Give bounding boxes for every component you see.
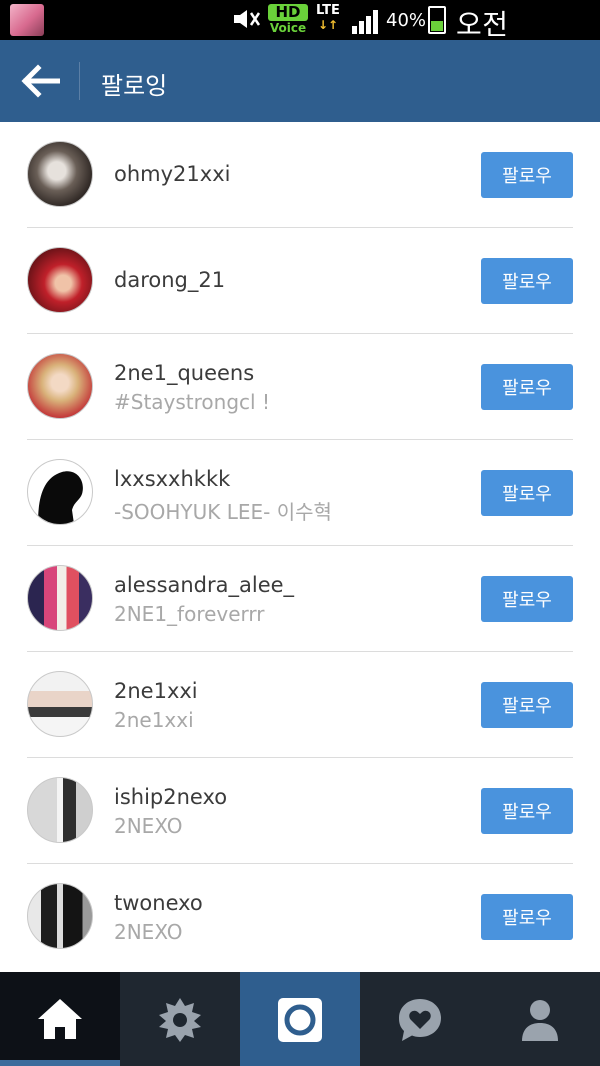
avatar[interactable] [27, 883, 93, 949]
username[interactable]: twonexo [114, 891, 203, 915]
full-name: -SOOHYUK LEE- 이수혁 [114, 500, 332, 524]
avatar[interactable] [27, 459, 93, 525]
avatar[interactable] [27, 141, 93, 207]
list-item[interactable]: lxxsxxhkkk -SOOHYUK LEE- 이수혁 팔로우 [0, 440, 600, 546]
username[interactable]: ohmy21xxi [114, 162, 230, 186]
full-name: 2NEXO [114, 814, 183, 838]
activity-icon [399, 999, 441, 1041]
explore-icon [159, 998, 201, 1042]
battery-percent: 40% [386, 10, 427, 31]
full-name: 2NE1_foreverrr [114, 602, 265, 626]
avatar[interactable] [27, 353, 93, 419]
username[interactable]: alessandra_alee_ [114, 573, 294, 597]
notification-thumbnail [10, 4, 44, 36]
active-tab-indicator [0, 1060, 120, 1066]
list-item[interactable]: ohmy21xxi 팔로우 [0, 122, 600, 228]
follow-button[interactable]: 팔로우 [481, 576, 573, 622]
follow-button[interactable]: 팔로우 [481, 152, 573, 198]
hd-label: HD [268, 4, 308, 21]
voice-label: Voice [269, 21, 307, 35]
tab-explore[interactable] [120, 972, 240, 1066]
list-item[interactable]: iship2nexo 2NEXO 팔로우 [0, 758, 600, 864]
username[interactable]: 2ne1xxi [114, 679, 198, 703]
follow-button[interactable]: 팔로우 [481, 682, 573, 728]
follow-button[interactable]: 팔로우 [481, 894, 573, 940]
avatar[interactable] [27, 671, 93, 737]
list-item[interactable]: darong_21 팔로우 [0, 228, 600, 334]
signal-icon [352, 8, 382, 34]
header-divider [79, 62, 80, 100]
data-arrows-icon: ↓↑ [317, 18, 339, 32]
list-item[interactable]: alessandra_alee_ 2NE1_foreverrr 팔로우 [0, 546, 600, 652]
username[interactable]: darong_21 [114, 268, 225, 292]
follow-button[interactable]: 팔로우 [481, 258, 573, 304]
app-header: 팔로잉 [0, 40, 600, 122]
tab-home[interactable] [0, 972, 120, 1066]
follow-button[interactable]: 팔로우 [481, 788, 573, 834]
back-button[interactable] [0, 40, 78, 122]
avatar[interactable] [27, 565, 93, 631]
profile-icon [522, 1000, 558, 1041]
follow-button[interactable]: 팔로우 [481, 470, 573, 516]
status-bar: HD Voice LTE ↓↑ 40% 오전 10:46 [0, 0, 600, 76]
full-name: 2ne1xxi [114, 708, 194, 732]
tab-camera[interactable] [240, 972, 360, 1066]
home-icon [38, 999, 82, 1039]
username[interactable]: 2ne1_queens [114, 361, 254, 385]
list-item[interactable]: 2ne1xxi 2ne1xxi 팔로우 [0, 652, 600, 758]
tab-activity[interactable] [360, 972, 480, 1066]
network-label: LTE [316, 3, 340, 18]
list-item[interactable]: 2ne1_queens #Staystrongcl ! 팔로우 [0, 334, 600, 440]
list-item[interactable]: twonexo 2NEXO 팔로우 [0, 864, 600, 970]
mute-icon [232, 8, 262, 36]
page-title: 팔로잉 [101, 72, 168, 100]
follow-button[interactable]: 팔로우 [481, 364, 573, 410]
camera-icon [278, 998, 322, 1042]
username[interactable]: iship2nexo [114, 785, 227, 809]
username[interactable]: lxxsxxhkkk [114, 467, 230, 491]
back-arrow-icon [21, 64, 60, 98]
tab-profile[interactable] [480, 972, 600, 1066]
bottom-navigation [0, 972, 600, 1066]
full-name: 2NEXO [114, 920, 183, 944]
full-name: #Staystrongcl ! [114, 390, 270, 414]
avatar[interactable] [27, 247, 93, 313]
hd-voice-indicator: HD Voice [268, 4, 308, 36]
following-list[interactable]: ohmy21xxi 팔로우 darong_21 팔로우 2ne1_queens … [0, 122, 600, 972]
avatar[interactable] [27, 777, 93, 843]
lte-indicator: LTE ↓↑ [313, 3, 343, 33]
battery-icon [428, 6, 446, 34]
